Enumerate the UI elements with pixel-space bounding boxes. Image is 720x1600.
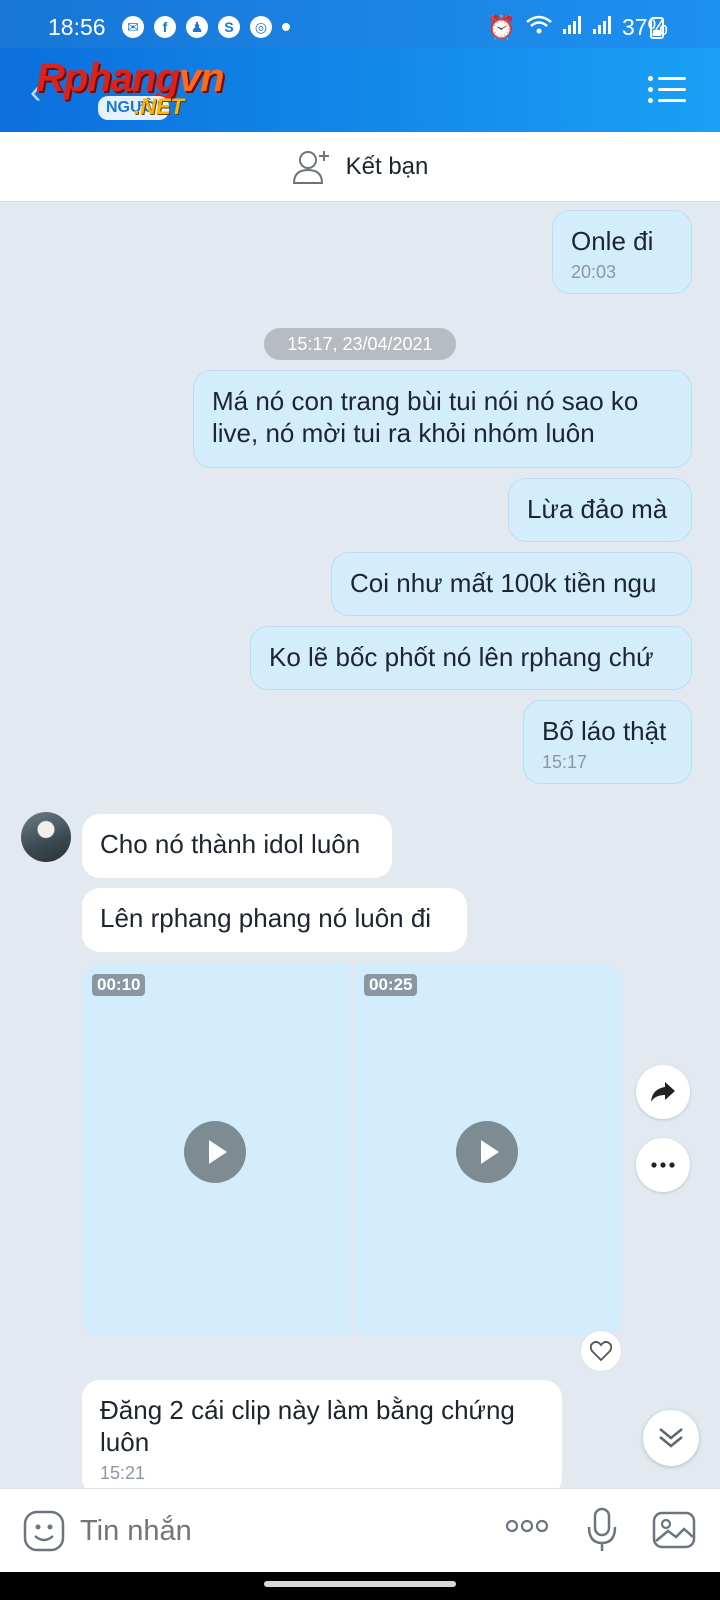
vpn-icon: ◎ bbox=[250, 16, 272, 38]
video-thumbnail-2[interactable]: 00:25 bbox=[354, 964, 622, 1336]
watermark-logo: Rphangvn NGƯỜI .NET bbox=[36, 56, 266, 128]
message-text: Ko lẽ bốc phốt nó lên rphang chứ bbox=[269, 642, 654, 672]
message-notification-icon: ✉ bbox=[122, 16, 144, 38]
message-bubble-outgoing[interactable]: Má nó con trang bùi tui nói nó sao ko li… bbox=[193, 370, 692, 468]
message-time: 15:21 bbox=[100, 1463, 146, 1483]
message-bubble-incoming[interactable]: Cho nó thành idol luôn bbox=[82, 814, 392, 878]
play-icon[interactable] bbox=[184, 1121, 246, 1183]
battery-icon bbox=[650, 17, 664, 39]
message-bubble-incoming[interactable]: Đăng 2 cái clip này làm bằng chứng luôn … bbox=[82, 1380, 562, 1488]
logo-suffix: .NET bbox=[134, 94, 185, 119]
message-time: 20:03 bbox=[571, 262, 617, 282]
wifi-icon bbox=[526, 14, 552, 41]
message-bubble-outgoing[interactable]: Bố láo thật 15:17 bbox=[523, 700, 692, 784]
add-friend-label: Kết bạn bbox=[345, 152, 429, 180]
microphone-icon[interactable] bbox=[586, 1507, 618, 1558]
signal-icon-1 bbox=[562, 14, 582, 41]
add-friend-icon bbox=[292, 147, 332, 187]
more-notifications-dot bbox=[282, 23, 290, 31]
message-text: Bố láo thật bbox=[542, 716, 667, 746]
message-bubble-outgoing[interactable]: Ko lẽ bốc phốt nó lên rphang chứ bbox=[250, 626, 692, 690]
message-bubble-incoming[interactable]: Lên rphang phang nó luôn đi bbox=[82, 888, 467, 952]
message-bubble-outgoing[interactable]: Lừa đảo mà bbox=[508, 478, 692, 542]
menu-list-icon[interactable] bbox=[648, 76, 686, 104]
message-bubble-outgoing[interactable]: Coi như mất 100k tiền ngu bbox=[331, 552, 692, 616]
more-actions-icon[interactable] bbox=[505, 1518, 549, 1539]
video-thumbnail-1[interactable]: 00:10 bbox=[82, 964, 350, 1336]
message-text: Đăng 2 cái clip này làm bằng chứng luôn bbox=[100, 1395, 515, 1457]
message-bubble-outgoing[interactable]: Onle đi 20:03 bbox=[552, 210, 692, 294]
sticker-icon[interactable] bbox=[22, 1509, 66, 1558]
logo-text: Rphangvn bbox=[36, 56, 225, 100]
system-nav-bar bbox=[0, 1572, 720, 1600]
more-options-icon[interactable] bbox=[636, 1138, 690, 1192]
date-separator: 15:17, 23/04/2021 bbox=[264, 328, 456, 360]
image-gallery-icon[interactable] bbox=[652, 1509, 696, 1556]
message-text: Onle đi bbox=[571, 226, 654, 256]
message-input-bar bbox=[0, 1488, 720, 1572]
share-forward-icon[interactable] bbox=[636, 1065, 690, 1119]
home-gesture-bar[interactable] bbox=[264, 1581, 456, 1587]
app-notification-icon: ♟ bbox=[186, 16, 208, 38]
message-time: 15:17 bbox=[542, 752, 588, 772]
scroll-down-button[interactable] bbox=[643, 1410, 699, 1466]
react-heart-icon[interactable] bbox=[580, 1330, 622, 1372]
video-duration: 00:25 bbox=[364, 974, 418, 996]
alarm-icon: ⏰ bbox=[487, 14, 516, 40]
message-text: Cho nó thành idol luôn bbox=[100, 829, 361, 859]
add-friend-bar[interactable]: Kết bạn bbox=[0, 132, 720, 202]
signal-icon-2 bbox=[592, 14, 612, 41]
video-duration: 00:10 bbox=[92, 974, 146, 996]
status-right: ⏰ 37% bbox=[487, 14, 668, 41]
status-bar: 18:56 ✉ f ♟ S ◎ ⏰ 37% bbox=[0, 0, 720, 48]
facebook-icon: f bbox=[154, 16, 176, 38]
message-text: Coi như mất 100k tiền ngu bbox=[350, 568, 657, 598]
s-app-icon: S bbox=[218, 16, 240, 38]
notification-icons: ✉ f ♟ S ◎ bbox=[122, 16, 290, 38]
message-text: Má nó con trang bùi tui nói nó sao ko li… bbox=[212, 386, 639, 448]
app-header: ‹ Rphangvn NGƯỜI .NET bbox=[0, 48, 720, 132]
contact-avatar[interactable] bbox=[21, 812, 71, 862]
play-icon[interactable] bbox=[456, 1121, 518, 1183]
message-input[interactable] bbox=[80, 1509, 460, 1553]
chat-area[interactable]: Onle đi 20:03 15:17, 23/04/2021 Má nó co… bbox=[0, 202, 720, 1488]
status-time: 18:56 bbox=[48, 14, 106, 40]
message-text: Lên rphang phang nó luôn đi bbox=[100, 903, 432, 933]
message-text: Lừa đảo mà bbox=[527, 494, 668, 524]
